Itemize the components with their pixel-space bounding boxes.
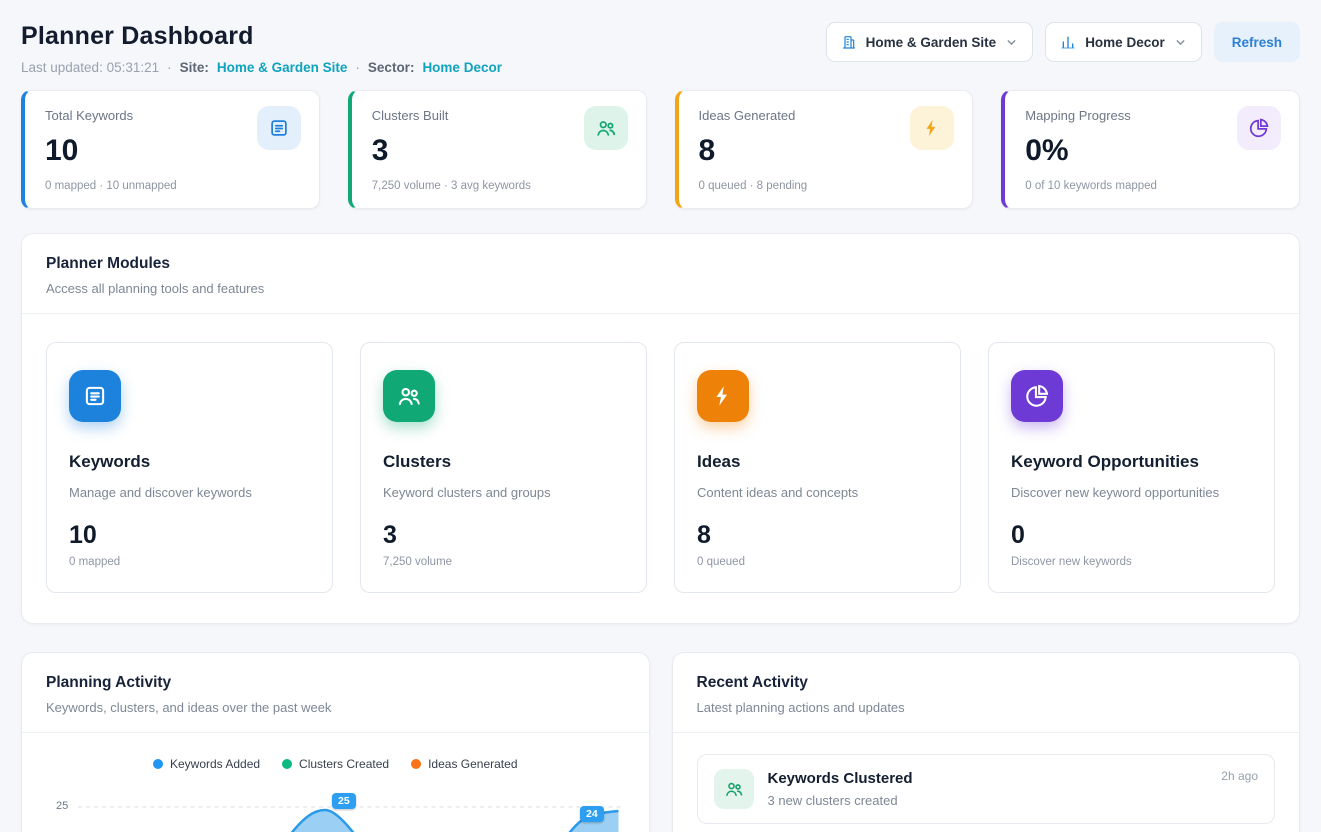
panel-subtitle: Latest planning actions and updates (697, 700, 1276, 715)
module-card-keywords[interactable]: Keywords Manage and discover keywords 10… (46, 342, 333, 593)
last-updated-text: Last updated: 05:31:21 (21, 60, 159, 75)
sector-selector-dropdown[interactable]: Home Decor (1045, 22, 1202, 62)
sector-selector-label: Home Decor (1085, 35, 1165, 50)
stat-subtext: 7,250 volume · 3 avg keywords (372, 180, 626, 192)
legend-item-keywords-added[interactable]: Keywords Added (153, 757, 260, 771)
header-meta: Last updated: 05:31:21 · Site: Home & Ga… (21, 60, 502, 75)
legend-dot-orange (411, 759, 421, 769)
stats-row: Total Keywords 10 0 mapped · 10 unmapped… (21, 90, 1300, 209)
module-description: Manage and discover keywords (69, 485, 310, 500)
stat-card-ideas-generated[interactable]: Ideas Generated 8 0 queued · 8 pending (675, 90, 974, 209)
legend-item-ideas-generated[interactable]: Ideas Generated (411, 757, 517, 771)
module-subtext: 7,250 volume (383, 556, 624, 568)
lightning-icon (910, 106, 954, 150)
module-value: 8 (697, 521, 938, 550)
module-title: Keyword Opportunities (1011, 452, 1252, 472)
pie-chart-icon (1237, 106, 1281, 150)
panel-title: Recent Activity (697, 674, 1276, 692)
module-subtext: 0 mapped (69, 556, 310, 568)
document-lines-icon (257, 106, 301, 150)
chart-legend: Keywords Added Clusters Created Ideas Ge… (22, 757, 649, 771)
stat-subtext: 0 of 10 keywords mapped (1025, 180, 1279, 192)
pie-chart-icon (1011, 370, 1063, 422)
users-icon (383, 370, 435, 422)
site-link[interactable]: Home & Garden Site (217, 60, 348, 75)
module-value: 10 (69, 521, 310, 550)
planning-activity-card: Planning Activity Keywords, clusters, an… (21, 652, 650, 832)
planning-activity-header: Planning Activity Keywords, clusters, an… (22, 653, 649, 733)
building-icon (841, 34, 857, 50)
y-axis-tick: 25 (56, 800, 68, 812)
module-card-clusters[interactable]: Clusters Keyword clusters and groups 3 7… (360, 342, 647, 593)
planning-activity-chart: 25 25 24 (46, 785, 625, 832)
bottom-row: Planning Activity Keywords, clusters, an… (21, 652, 1300, 832)
activity-item-description: 3 new clusters created (768, 793, 913, 808)
planner-modules-panel: Planner Modules Access all planning tool… (21, 233, 1300, 624)
chevron-down-icon (1174, 36, 1187, 49)
site-selector-dropdown[interactable]: Home & Garden Site (826, 22, 1034, 62)
header-controls: Home & Garden Site Home Decor Refresh (826, 22, 1300, 62)
site-label: Site: (180, 60, 209, 75)
activity-list-item[interactable]: Keywords Clustered 3 new clusters create… (697, 754, 1276, 824)
refresh-button[interactable]: Refresh (1214, 22, 1300, 62)
stat-card-mapping-progress[interactable]: Mapping Progress 0% 0 of 10 keywords map… (1001, 90, 1300, 209)
planner-modules-header: Planner Modules Access all planning tool… (22, 234, 1299, 314)
stat-card-total-keywords[interactable]: Total Keywords 10 0 mapped · 10 unmapped (21, 90, 320, 209)
module-title: Clusters (383, 452, 624, 472)
meta-separator: · (167, 60, 172, 75)
page-title: Planner Dashboard (21, 22, 502, 51)
module-title: Ideas (697, 452, 938, 472)
users-icon (714, 769, 754, 809)
panel-title: Planner Modules (46, 255, 1275, 273)
stat-subtext: 0 mapped · 10 unmapped (45, 180, 299, 192)
chevron-down-icon (1005, 36, 1018, 49)
top-bar: Planner Dashboard Last updated: 05:31:21… (21, 0, 1300, 75)
data-point-label: 25 (332, 793, 356, 809)
module-subtext: Discover new keywords (1011, 556, 1252, 568)
lightning-icon (697, 370, 749, 422)
module-title: Keywords (69, 452, 310, 472)
sector-label: Sector: (368, 60, 415, 75)
recent-activity-header: Recent Activity Latest planning actions … (673, 653, 1300, 733)
modules-grid: Keywords Manage and discover keywords 10… (22, 314, 1299, 623)
header-left: Planner Dashboard Last updated: 05:31:21… (21, 22, 502, 75)
users-icon (584, 106, 628, 150)
module-card-keyword-opportunities[interactable]: Keyword Opportunities Discover new keywo… (988, 342, 1275, 593)
module-value: 3 (383, 521, 624, 550)
legend-label: Ideas Generated (428, 757, 517, 771)
panel-subtitle: Access all planning tools and features (46, 281, 1275, 296)
bar-chart-icon (1060, 34, 1076, 50)
document-lines-icon (69, 370, 121, 422)
legend-dot-blue (153, 759, 163, 769)
legend-item-clusters-created[interactable]: Clusters Created (282, 757, 389, 771)
recent-activity-card: Recent Activity Latest planning actions … (672, 652, 1301, 832)
meta-separator: · (355, 60, 360, 75)
module-card-ideas[interactable]: Ideas Content ideas and concepts 8 0 que… (674, 342, 961, 593)
data-point-label: 24 (580, 806, 604, 822)
activity-item-body: Keywords Clustered 3 new clusters create… (768, 769, 913, 808)
module-subtext: 0 queued (697, 556, 938, 568)
module-description: Content ideas and concepts (697, 485, 938, 500)
planner-dashboard-page: Planner Dashboard Last updated: 05:31:21… (0, 0, 1321, 832)
panel-title: Planning Activity (46, 674, 625, 692)
module-description: Discover new keyword opportunities (1011, 485, 1252, 500)
site-selector-label: Home & Garden Site (866, 35, 997, 50)
module-value: 0 (1011, 521, 1252, 550)
module-description: Keyword clusters and groups (383, 485, 624, 500)
legend-label: Clusters Created (299, 757, 389, 771)
sector-link[interactable]: Home Decor (422, 60, 502, 75)
stat-subtext: 0 queued · 8 pending (699, 180, 953, 192)
stat-card-clusters-built[interactable]: Clusters Built 3 7,250 volume · 3 avg ke… (348, 90, 647, 209)
activity-item-timestamp: 2h ago (1221, 769, 1258, 783)
legend-dot-green (282, 759, 292, 769)
activity-item-title: Keywords Clustered (768, 770, 913, 787)
legend-label: Keywords Added (170, 757, 260, 771)
panel-subtitle: Keywords, clusters, and ideas over the p… (46, 700, 625, 715)
